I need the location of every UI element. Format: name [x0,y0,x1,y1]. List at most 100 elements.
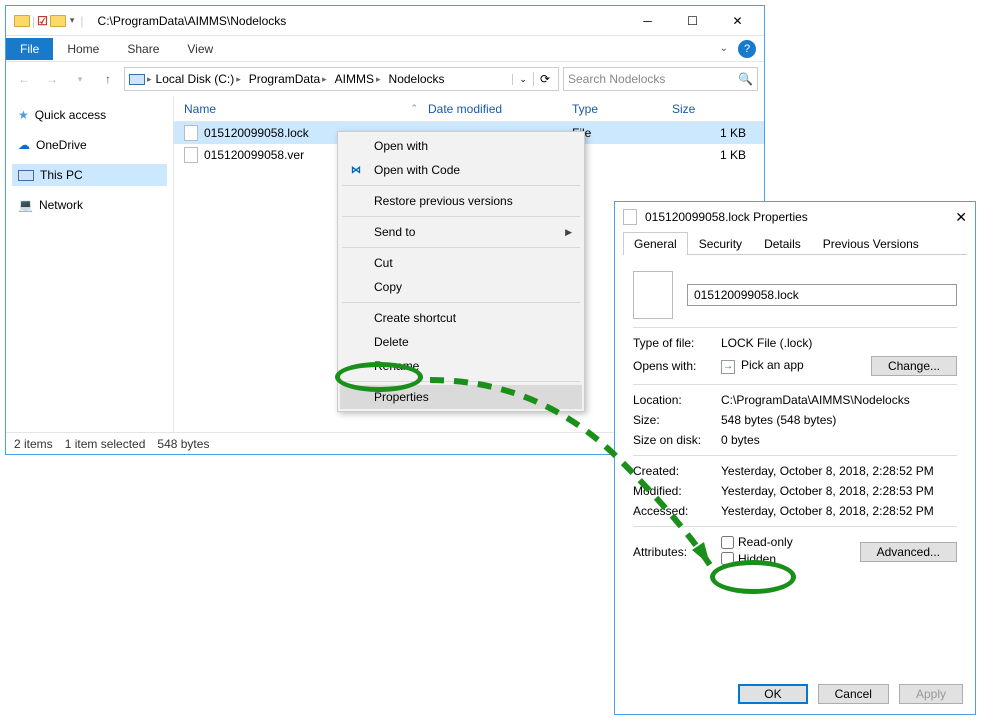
value-size: 548 bytes (548 bytes) [721,413,957,427]
menu-open-with[interactable]: Open with [340,134,582,158]
ribbon-share[interactable]: Share [113,38,173,60]
label-size-disk: Size on disk: [633,433,721,447]
ribbon-file[interactable]: File [6,38,53,60]
breadcrumb[interactable]: ▸ Local Disk (C:)▸ ProgramData▸ AIMMS▸ N… [124,67,559,91]
value-accessed: Yesterday, October 8, 2018, 2:28:52 PM [721,504,957,518]
ribbon-home[interactable]: Home [53,38,113,60]
col-size[interactable]: Size [672,102,764,116]
filename-input[interactable]: 015120099058.lock [687,284,957,306]
breadcrumb-seg[interactable]: ProgramData▸ [245,72,331,86]
sidebar-onedrive[interactable]: ☁ OneDrive [12,134,167,156]
qat-chevron[interactable]: ▾ [70,15,75,26]
status-bytes: 548 bytes [157,437,209,451]
breadcrumb-seg[interactable]: Local Disk (C:)▸ [152,72,245,86]
forward-button[interactable]: → [40,67,64,91]
check-icon: ☑ [37,14,48,28]
sidebar-label: Network [39,198,83,212]
tab-previous-versions[interactable]: Previous Versions [812,232,930,255]
col-name[interactable]: Name⌃ [174,102,428,116]
chevron-right-icon: ▶ [565,227,572,238]
ribbon: File Home Share View ⌄ ? [6,36,764,62]
vscode-icon: ⋈ [348,162,364,178]
search-placeholder: Search Nodelocks [568,72,665,86]
sidebar-quick-access[interactable]: ★Quick access [12,104,167,126]
folder-icon [14,15,30,27]
menu-copy[interactable]: Copy [340,275,582,299]
tab-security[interactable]: Security [688,232,753,255]
breadcrumb-dropdown[interactable]: ⌄ [512,74,533,85]
close-button[interactable]: ✕ [955,209,967,226]
menu-separator [342,185,580,186]
breadcrumb-seg[interactable]: Nodelocks [385,72,449,86]
menu-separator [342,302,580,303]
ribbon-view[interactable]: View [173,38,227,60]
label-accessed: Accessed: [633,504,721,518]
search-icon: 🔍 [738,72,753,86]
file-size: 1 KB [672,148,764,162]
label-created: Created: [633,464,721,478]
col-type[interactable]: Type [572,102,672,116]
menu-rename[interactable]: Rename [340,354,582,378]
sort-icon: ⌃ [410,103,418,114]
value-opens: →Pick an app [721,358,867,374]
tab-details[interactable]: Details [753,232,812,255]
tab-general[interactable]: General [623,232,688,255]
ok-button[interactable]: OK [738,684,807,704]
properties-window: 015120099058.lock Properties ✕ General S… [614,201,976,715]
cancel-button[interactable]: Cancel [818,684,889,704]
menu-separator [342,216,580,217]
minimize-button[interactable]: ─ [625,6,670,36]
value-size-disk: 0 bytes [721,433,957,447]
sidebar-network[interactable]: 💻 Network [12,194,167,216]
back-button[interactable]: ← [12,67,36,91]
star-icon: ★ [18,108,29,122]
menu-send-to[interactable]: Send to▶ [340,220,582,244]
expand-ribbon-icon[interactable]: ⌄ [720,43,728,54]
label-location: Location: [633,393,721,407]
properties-footer: OK Cancel Apply [734,684,963,704]
menu-separator [342,247,580,248]
label-type: Type of file: [633,336,721,350]
nav-row: ← → ▾ ↑ ▸ Local Disk (C:)▸ ProgramData▸ … [6,62,764,96]
search-input[interactable]: Search Nodelocks 🔍 [563,67,758,91]
sidebar: ★Quick access ☁ OneDrive This PC 💻 Network [6,96,174,432]
menu-delete[interactable]: Delete [340,330,582,354]
pc-icon [129,74,145,85]
help-icon[interactable]: ? [738,40,756,58]
sidebar-this-pc[interactable]: This PC [12,164,167,186]
advanced-button[interactable]: Advanced... [860,542,957,562]
sidebar-label: OneDrive [36,138,87,152]
close-button[interactable]: ✕ [715,6,760,36]
menu-cut[interactable]: Cut [340,251,582,275]
pc-icon [18,170,34,181]
refresh-icon[interactable]: ⟳ [533,72,556,86]
file-size: 1 KB [672,126,764,140]
value-type: LOCK File (.lock) [721,336,957,350]
recent-dropdown[interactable]: ▾ [68,67,92,91]
menu-open-with-code[interactable]: ⋈Open with Code [340,158,582,182]
breadcrumb-seg[interactable]: AIMMS▸ [331,72,385,86]
title-path: C:\ProgramData\AIMMS\Nodelocks [92,14,625,28]
value-location: C:\ProgramData\AIMMS\Nodelocks [721,393,957,407]
status-selected: 1 item selected [65,437,146,451]
apply-button[interactable]: Apply [899,684,963,704]
checkbox-readonly[interactable]: Read-only [721,535,793,549]
properties-titlebar: 015120099058.lock Properties ✕ [615,202,975,232]
menu-create-shortcut[interactable]: Create shortcut [340,306,582,330]
file-icon [623,209,637,225]
properties-tabs: General Security Details Previous Versio… [623,232,967,255]
up-button[interactable]: ↑ [96,67,120,91]
maximize-button[interactable]: ☐ [670,6,715,36]
column-headers: Name⌃ Date modified Type Size [174,96,764,122]
network-icon: 💻 [18,198,33,212]
label-size: Size: [633,413,721,427]
menu-restore-versions[interactable]: Restore previous versions [340,189,582,213]
cloud-icon: ☁ [18,138,30,152]
change-button[interactable]: Change... [871,356,957,376]
context-menu: Open with ⋈Open with Code Restore previo… [337,131,585,412]
checkbox-hidden[interactable]: Hidden [721,552,776,566]
menu-properties[interactable]: Properties [340,385,582,409]
file-type: le [572,148,672,162]
col-date[interactable]: Date modified [428,102,572,116]
sidebar-label: This PC [40,168,83,182]
